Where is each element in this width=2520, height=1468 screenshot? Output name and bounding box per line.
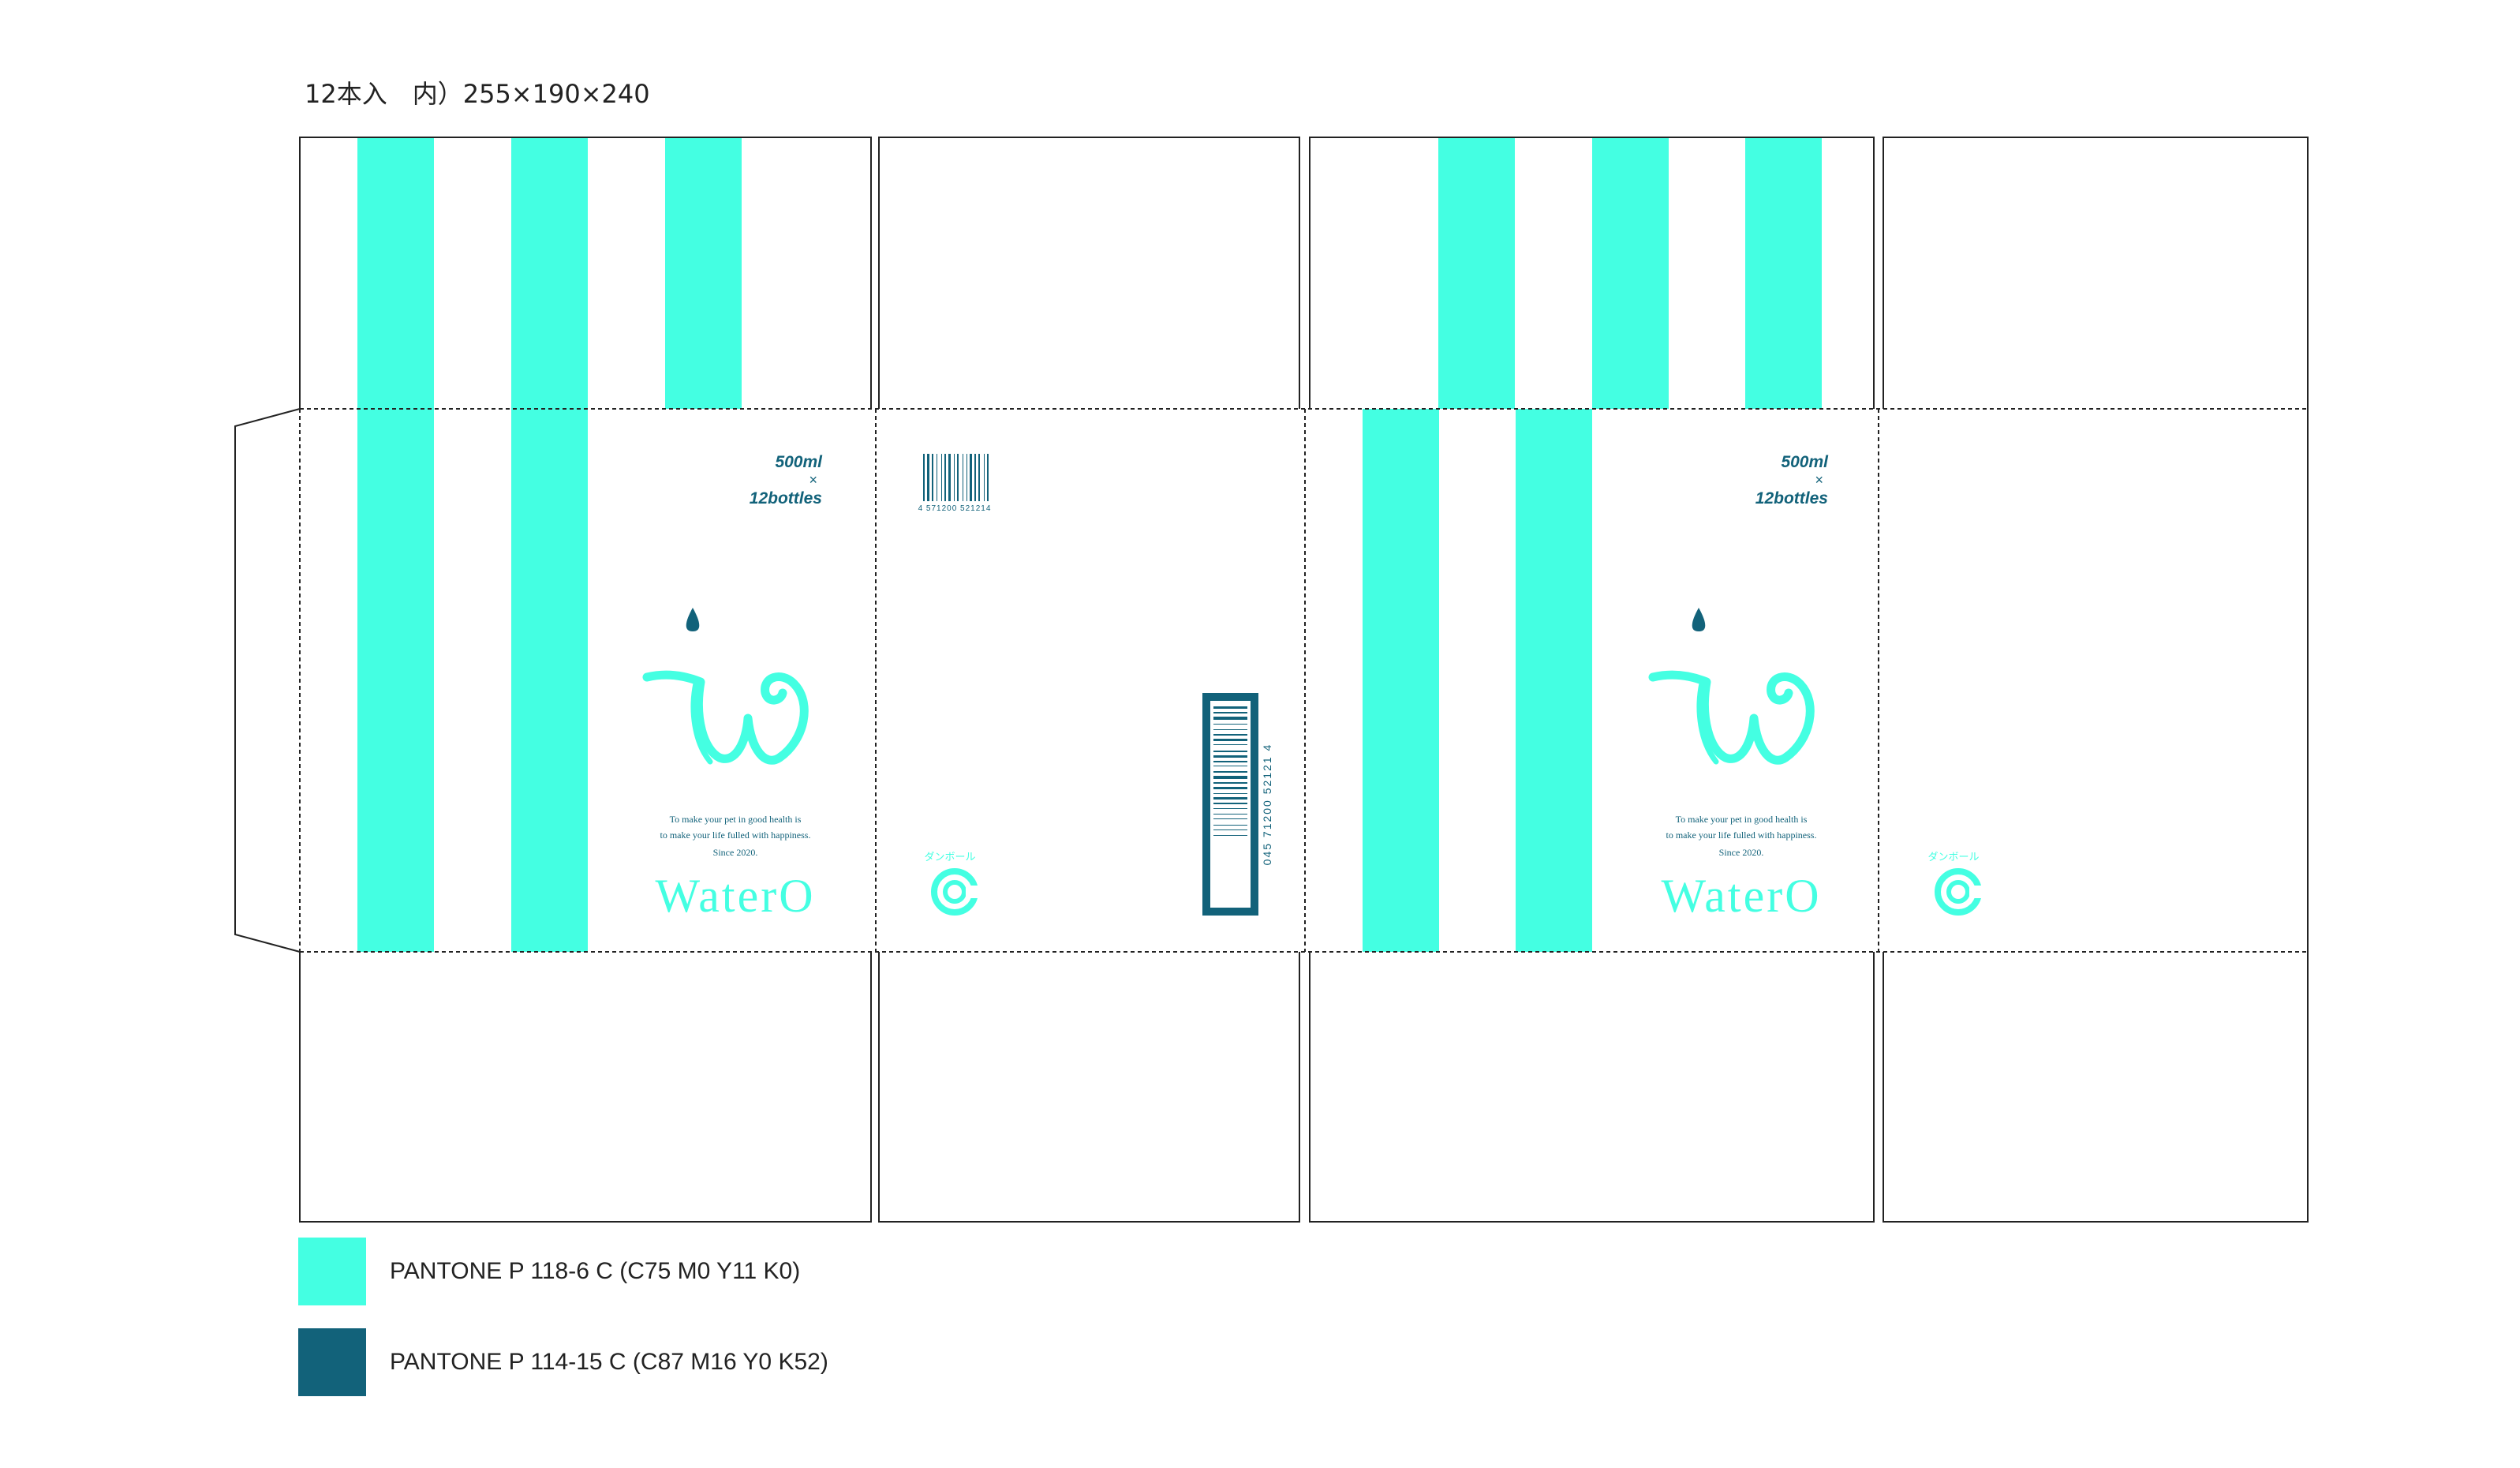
- volume-text: 500ml: [775, 453, 823, 471]
- since-text: Since 2020.: [1719, 847, 1764, 858]
- swatch-mint: [298, 1238, 366, 1305]
- count-text: 12bottles: [1755, 489, 1828, 507]
- legend-row-teal: PANTONE P 114-15 C (C87 M16 Y0 K52): [298, 1328, 828, 1396]
- since-text: Since 2020.: [713, 847, 758, 858]
- barcode-small-icon: [923, 454, 989, 501]
- front-panel-1: 500ml × 12bottles To make your pet in go…: [647, 453, 823, 922]
- volume-text: 500ml: [1781, 453, 1829, 471]
- tagline-line-2: to make your life fulled with happiness.: [1666, 829, 1817, 841]
- brand-logo-icon: [647, 608, 804, 762]
- times-text: ×: [1815, 472, 1823, 488]
- tagline-line-1: To make your pet in good health is: [670, 814, 802, 825]
- recycle-icon: [934, 871, 980, 912]
- legend-row-mint: PANTONE P 118-6 C (C75 M0 Y11 K0): [298, 1238, 800, 1305]
- barcode-vertical-icon: [1202, 693, 1258, 916]
- fold-lines: [299, 408, 2308, 953]
- barcode-small-digits: 4 571200 521214: [918, 504, 992, 513]
- brand-name: WaterO: [1661, 870, 1821, 922]
- back-panel-2: 4 571200 521214 045 71200 52121 4 ダンボール: [918, 454, 1273, 916]
- brand-logo-icon: [1653, 608, 1810, 762]
- tagline-line-1: To make your pet in good health is: [1676, 814, 1808, 825]
- legend-label-mint: PANTONE P 118-6 C (C75 M0 Y11 K0): [390, 1258, 801, 1284]
- barcode-vertical-digits: 045 71200 52121 4: [1261, 743, 1273, 866]
- count-text: 12bottles: [750, 489, 822, 507]
- recycle-icon: [1938, 871, 1983, 912]
- legend-label-teal: PANTONE P 114-15 C (C87 M16 Y0 K52): [390, 1349, 828, 1375]
- recycle-label: ダンボール: [924, 852, 975, 863]
- back-panel-4: ダンボール: [1927, 852, 1983, 912]
- swatch-teal: [298, 1328, 366, 1396]
- times-text: ×: [809, 472, 817, 488]
- brand-name: WaterO: [655, 870, 815, 922]
- tagline-line-2: to make your life fulled with happiness.: [660, 829, 811, 841]
- front-panel-3: 500ml × 12bottles To make your pet in go…: [1653, 453, 1829, 922]
- recycle-label: ダンボール: [1927, 852, 1979, 863]
